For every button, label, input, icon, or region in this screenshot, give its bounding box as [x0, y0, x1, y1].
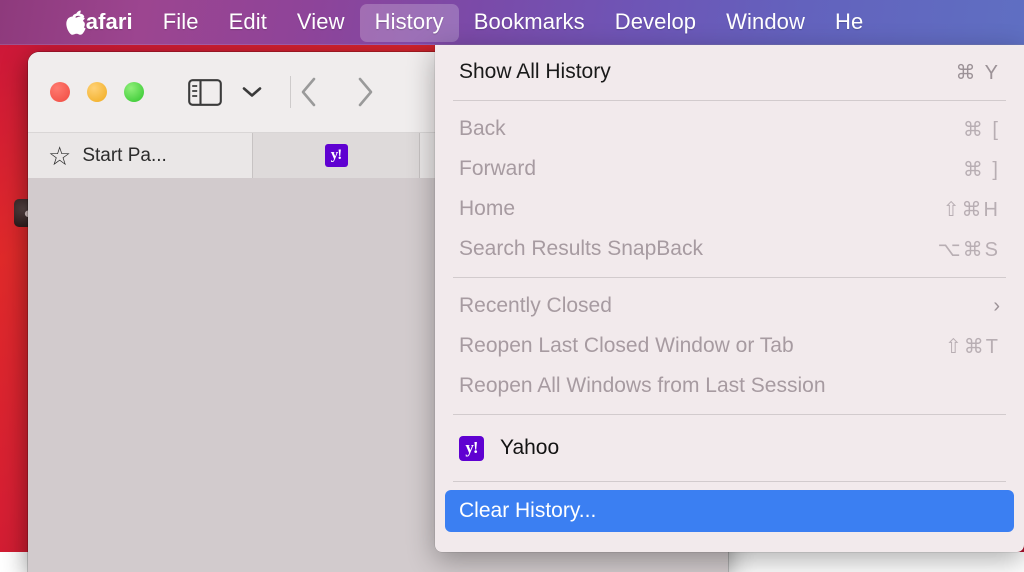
menu-item-label: Reopen Last Closed Window or Tab	[459, 334, 945, 358]
menu-item-back: Back ⌘ [	[435, 109, 1024, 149]
tab-yahoo[interactable]: y!	[252, 133, 420, 178]
macos-menu-bar: Safari File Edit View History Bookmarks …	[0, 0, 1024, 45]
toolbar-divider	[290, 76, 291, 108]
menu-item-label: Reopen All Windows from Last Session	[459, 374, 1000, 398]
menu-separator	[453, 100, 1006, 101]
chevron-right-icon: ›	[993, 295, 1000, 318]
menubar-item-view[interactable]: View	[282, 4, 360, 42]
menu-item-show-all-history[interactable]: Show All History ⌘ Y	[435, 52, 1024, 92]
tab-label: Start Pa...	[82, 145, 166, 167]
sidebar-toggle-icon[interactable]	[188, 79, 222, 106]
menu-item-shortcut: ⌘ [	[963, 117, 1000, 142]
menubar-item-help[interactable]: He	[820, 4, 878, 42]
menubar-item-bookmarks[interactable]: Bookmarks	[459, 4, 600, 42]
menu-item-label: Recently Closed	[459, 294, 993, 318]
menubar-item-file[interactable]: File	[148, 4, 214, 42]
tab-start-page[interactable]: ☆ Start Pa...	[28, 133, 252, 178]
menu-item-forward: Forward ⌘ ]	[435, 149, 1024, 189]
maximize-button[interactable]	[124, 82, 144, 102]
menu-item-label: Clear History...	[459, 499, 1000, 523]
menubar-item-window[interactable]: Window	[711, 4, 820, 42]
menu-item-search-results-snapback: Search Results SnapBack ⌥⌘S	[435, 229, 1024, 269]
menu-separator	[453, 481, 1006, 482]
menu-item-label: Show All History	[459, 60, 955, 84]
apple-logo-icon[interactable]	[62, 7, 88, 37]
traffic-light-group	[50, 82, 144, 102]
yahoo-favicon-icon: y!	[325, 144, 348, 167]
back-arrow-icon[interactable]	[298, 76, 320, 108]
menu-item-yahoo[interactable]: y! Yahoo	[435, 423, 1024, 473]
menu-separator	[453, 277, 1006, 278]
menu-item-shortcut: ⌥⌘S	[938, 237, 1000, 262]
menu-item-recently-closed: Recently Closed ›	[435, 286, 1024, 326]
menu-item-reopen-last-closed-window-or-tab: Reopen Last Closed Window or Tab ⇧⌘T	[435, 326, 1024, 366]
menu-item-shortcut: ⌘ ]	[963, 157, 1000, 182]
history-dropdown-menu: Show All History ⌘ Y Back ⌘ [ Forward ⌘ …	[435, 45, 1024, 552]
star-icon: ☆	[48, 143, 71, 169]
menu-item-label: Back	[459, 117, 963, 141]
menu-separator	[453, 414, 1006, 415]
menu-item-clear-history[interactable]: Clear History...	[445, 490, 1014, 532]
menu-item-label: Home	[459, 197, 943, 221]
menu-item-home: Home ⇧⌘H	[435, 189, 1024, 229]
menu-item-label: Forward	[459, 157, 963, 181]
menu-item-label: Yahoo	[500, 436, 1000, 460]
menubar-item-history[interactable]: History	[360, 4, 459, 42]
menubar-item-develop[interactable]: Develop	[600, 4, 711, 42]
menu-item-shortcut: ⌘ Y	[955, 60, 1000, 85]
menubar-item-edit[interactable]: Edit	[214, 4, 282, 42]
close-button[interactable]	[50, 82, 70, 102]
menu-item-shortcut: ⇧⌘T	[945, 334, 1000, 359]
menu-item-label: Search Results SnapBack	[459, 237, 938, 261]
forward-arrow-icon[interactable]	[354, 76, 376, 108]
menu-item-reopen-all-windows-from-last-session: Reopen All Windows from Last Session	[435, 366, 1024, 406]
chevron-down-icon[interactable]	[240, 84, 264, 100]
minimize-button[interactable]	[87, 82, 107, 102]
yahoo-favicon-icon: y!	[459, 436, 484, 461]
menu-item-shortcut: ⇧⌘H	[943, 197, 1000, 222]
